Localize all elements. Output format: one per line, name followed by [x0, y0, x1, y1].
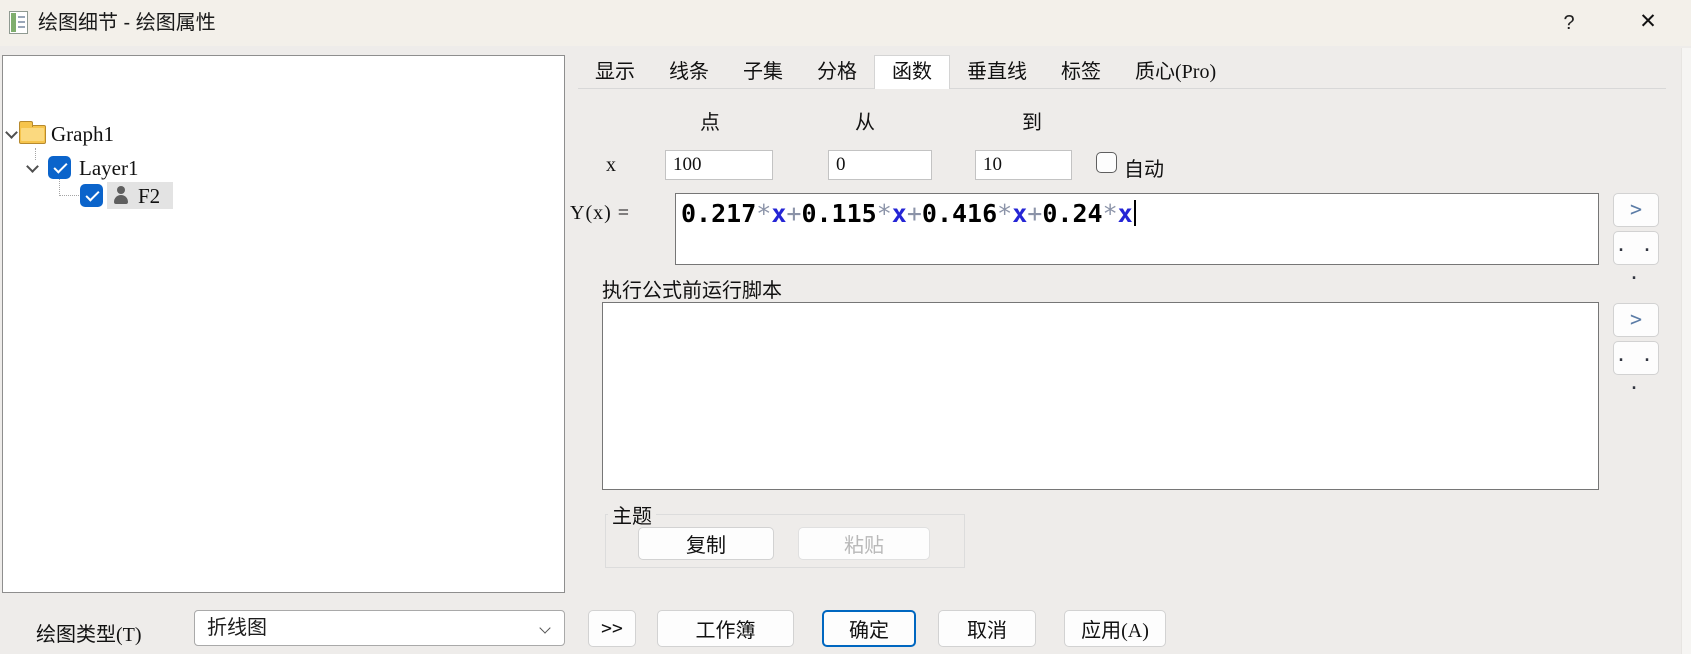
formula-expand-button[interactable]: > [1613, 193, 1659, 227]
col-header-from: 从 [855, 112, 875, 134]
script-textarea[interactable] [602, 302, 1599, 490]
formula-token: x [1012, 199, 1028, 228]
plot-type-select[interactable]: 折线图 [194, 610, 565, 646]
formula-token: 0.115 [801, 199, 877, 228]
tab-显示[interactable]: 显示 [578, 57, 652, 88]
formula-token: 0.24 [1042, 199, 1103, 228]
plot-type-value: 折线图 [207, 617, 267, 639]
tab-垂直线[interactable]: 垂直线 [950, 57, 1044, 88]
script-label: 执行公式前运行脚本 [602, 280, 782, 302]
tree-connector [59, 195, 79, 196]
folder-icon [19, 121, 46, 144]
yx-label: Y(x) = [570, 202, 631, 224]
text-caret [1133, 200, 1136, 226]
theme-legend: 主题 [612, 506, 652, 528]
tab-bar: 显示 线条 子集 分格 函数 垂直线 标签 质心(Pro) [578, 55, 1666, 89]
formula-token: 0.217 [681, 199, 757, 228]
help-button[interactable]: ? [1540, 0, 1598, 46]
formula-token: x [891, 199, 907, 228]
formula-token: * [997, 199, 1013, 228]
script-expand-button[interactable]: > [1613, 303, 1659, 337]
tab-分格[interactable]: 分格 [800, 57, 874, 88]
formula-input[interactable]: 0.217*x+0.115*x+0.416*x+0.24*x [675, 193, 1599, 265]
app-icon [9, 11, 28, 34]
tree-label-f2: F2 [138, 183, 161, 208]
auto-checkbox[interactable] [1096, 152, 1117, 173]
formula-token: x [1117, 199, 1133, 228]
formula-token: + [906, 199, 922, 228]
tab-线条[interactable]: 线条 [652, 57, 726, 88]
ok-button[interactable]: 确定 [822, 610, 916, 647]
formula-token: + [786, 199, 802, 228]
workbook-button[interactable]: 工作簿 [657, 610, 794, 647]
col-header-to: 到 [1022, 112, 1042, 134]
formula-token: 0.416 [921, 199, 998, 228]
chevron-down-icon[interactable] [6, 128, 16, 138]
chevron-down-icon [541, 624, 550, 633]
right-edge-strip [1681, 48, 1691, 654]
tree-panel: Graph1 Layer1 F2 [2, 55, 565, 593]
tree-label-layer1: Layer1 [79, 155, 139, 180]
formula-more-button[interactable]: . . . [1613, 231, 1659, 283]
window-title: 绘图细节 - 绘图属性 [38, 12, 216, 34]
footer-expand-button[interactable]: >> [588, 610, 636, 647]
tab-子集[interactable]: 子集 [726, 57, 800, 88]
formula-token: * [756, 199, 772, 228]
plot-type-label: 绘图类型(T) [36, 624, 142, 646]
cancel-button[interactable]: 取消 [938, 610, 1036, 647]
to-input[interactable] [975, 150, 1072, 180]
tab-标签[interactable]: 标签 [1044, 57, 1118, 88]
points-input[interactable] [665, 150, 773, 180]
tree-connector [35, 148, 36, 160]
tab-质心(Pro)[interactable]: 质心(Pro) [1118, 57, 1233, 88]
window-titlebar: 绘图细节 - 绘图属性 ? ✕ [0, 0, 1691, 46]
col-header-points: 点 [700, 112, 720, 134]
paste-button[interactable]: 粘贴 [798, 527, 930, 560]
f2-checkbox[interactable] [80, 184, 103, 207]
x-row-label: x [606, 154, 616, 176]
script-more-button[interactable]: . . . [1613, 341, 1659, 393]
plot-symbol-icon [113, 185, 129, 205]
apply-button[interactable]: 应用(A) [1064, 610, 1166, 647]
formula-token: + [1027, 199, 1043, 228]
copy-button[interactable]: 复制 [638, 527, 774, 560]
tree-label-graph1: Graph1 [51, 121, 114, 146]
tree-connector [59, 178, 60, 196]
layer1-checkbox[interactable] [48, 156, 71, 179]
chevron-down-icon[interactable] [27, 162, 37, 172]
auto-label: 自动 [1124, 159, 1164, 181]
from-input[interactable] [828, 150, 932, 180]
formula-token: x [771, 199, 787, 228]
tab-函数[interactable]: 函数 [874, 55, 950, 89]
close-icon[interactable]: ✕ [1614, 0, 1682, 46]
formula-token: * [876, 199, 892, 228]
formula-token: * [1102, 199, 1118, 228]
